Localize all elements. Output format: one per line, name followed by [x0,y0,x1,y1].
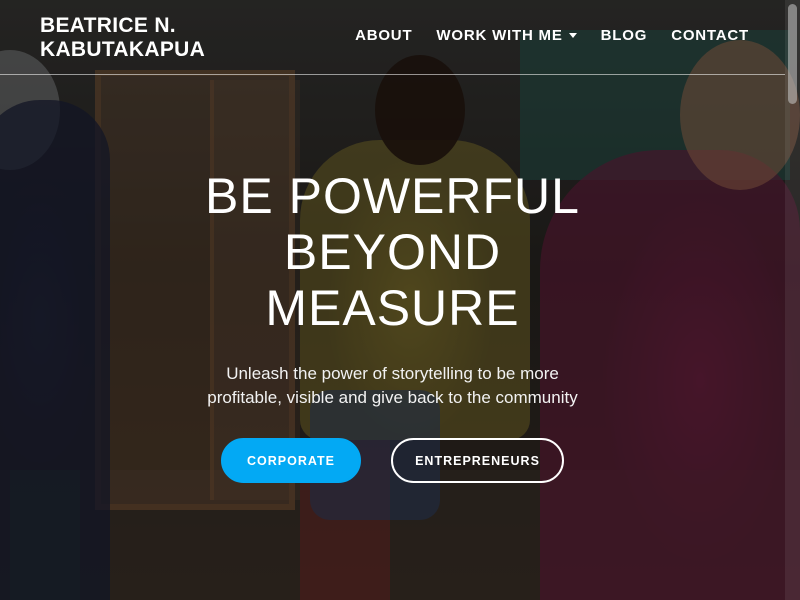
scrollbar-thumb[interactable] [788,4,797,104]
brand-line-1: BEATRICE N. [40,14,176,37]
headline-line-2: BEYOND [283,224,502,280]
headline-line-3: MEASURE [265,280,520,336]
headline-line-1: BE POWERFUL [205,168,580,224]
main-nav: ABOUT WORK WITH ME BLOG CONTACT [355,27,749,44]
hero-subtitle: Unleash the power of storytelling to be … [207,364,578,407]
nav-label-contact: CONTACT [671,27,749,44]
nav-label-about: ABOUT [355,27,413,44]
nav-item-about: ABOUT [355,27,412,44]
nav-link-work-with-me[interactable]: WORK WITH ME [436,27,577,44]
nav-label-blog: BLOG [600,27,648,44]
nav-item-work-with-me: WORK WITH ME [436,27,577,44]
nav-link-contact[interactable]: CONTACT [671,27,749,44]
nav-item-contact: CONTACT [671,27,749,44]
hero-headline: BE POWERFUL BEYOND MEASURE [0,168,785,336]
entrepreneurs-button[interactable]: ENTREPRENEURS [391,438,564,483]
nav-link-blog[interactable]: BLOG [601,27,648,44]
hero-buttons: CORPORATE ENTREPRENEURS [0,438,785,483]
site-brand-link[interactable]: BEATRICE N. KABUTAKAPUA [40,14,205,62]
nav-label-work-with-me: WORK WITH ME [436,27,563,44]
brand-line-2: KABUTAKAPUA [40,38,206,61]
hero-content: BE POWERFUL BEYOND MEASURE Unleash the p… [0,168,785,483]
navbar: BEATRICE N. KABUTAKAPUA ABOUT WORK WITH … [0,0,785,75]
hero-section: BEATRICE N. KABUTAKAPUA ABOUT WORK WITH … [0,0,800,600]
caret-down-icon [568,33,577,38]
page-scrollbar[interactable] [785,0,800,600]
corporate-button[interactable]: CORPORATE [221,438,361,483]
nav-link-about[interactable]: ABOUT [355,27,412,44]
nav-item-blog: BLOG [601,27,648,44]
